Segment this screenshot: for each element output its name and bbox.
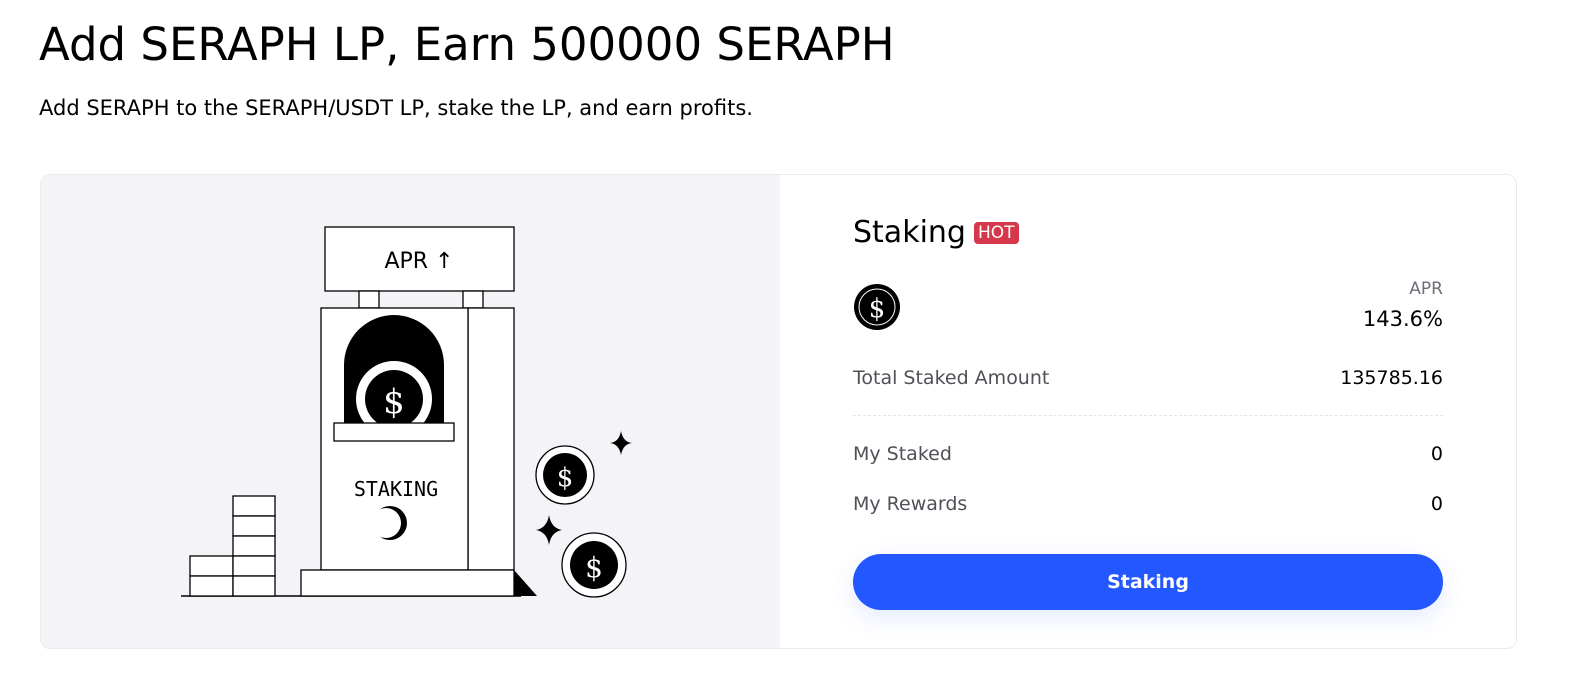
- seraph-token-icon: $: [854, 284, 900, 330]
- my-rewards-value: 0: [1430, 493, 1443, 515]
- stacked-blocks: [189, 495, 276, 597]
- my-staked-row: My Staked 0: [853, 443, 1443, 465]
- page: Add SERAPH LP, Earn 500000 SERAPH Add SE…: [0, 0, 1592, 680]
- page-subtitle: Add SERAPH to the SERAPH/USDT LP, stake …: [39, 96, 753, 120]
- svg-text:$: $: [869, 294, 886, 324]
- apr-sign-text: APR ↑: [384, 249, 453, 274]
- my-staked-label: My Staked: [853, 443, 952, 465]
- sparkle-icon: [610, 431, 632, 455]
- staking-machine-illustration: APR ↑ $ STAKING $ $: [181, 226, 632, 598]
- divider: [853, 415, 1443, 416]
- my-staked-value: 0: [1430, 443, 1443, 465]
- staking-illustration: APR ↑ $ STAKING $ $: [41, 175, 780, 648]
- apr-block: APR 143.6%: [1363, 279, 1443, 331]
- svg-text:$: $: [585, 551, 603, 584]
- svg-text:$: $: [557, 463, 574, 493]
- staking-info-panel: Staking HOT $ APR 143.6% Total Staked Am…: [853, 175, 1443, 648]
- machine-label: STAKING: [354, 477, 438, 501]
- my-rewards-row: My Rewards 0: [853, 493, 1443, 515]
- page-title: Add SERAPH LP, Earn 500000 SERAPH: [39, 18, 895, 71]
- apr-value: 143.6%: [1362, 307, 1443, 331]
- my-rewards-label: My Rewards: [853, 493, 968, 515]
- dollar-coin-icon: $: [383, 382, 405, 422]
- total-staked-value: 135785.16: [1340, 367, 1443, 389]
- staking-button[interactable]: Staking: [853, 554, 1443, 610]
- hot-badge: HOT: [973, 221, 1019, 244]
- total-staked-row: Total Staked Amount 135785.16: [853, 367, 1443, 389]
- staking-title: Staking: [853, 215, 966, 250]
- staking-heading: Staking HOT: [853, 215, 1019, 250]
- total-staked-label: Total Staked Amount: [853, 367, 1050, 389]
- apr-label: APR: [1409, 279, 1443, 299]
- staking-card: APR ↑ $ STAKING $ $ Staking HOT $ APR 14…: [40, 174, 1517, 649]
- sparkle-icon: [536, 515, 562, 545]
